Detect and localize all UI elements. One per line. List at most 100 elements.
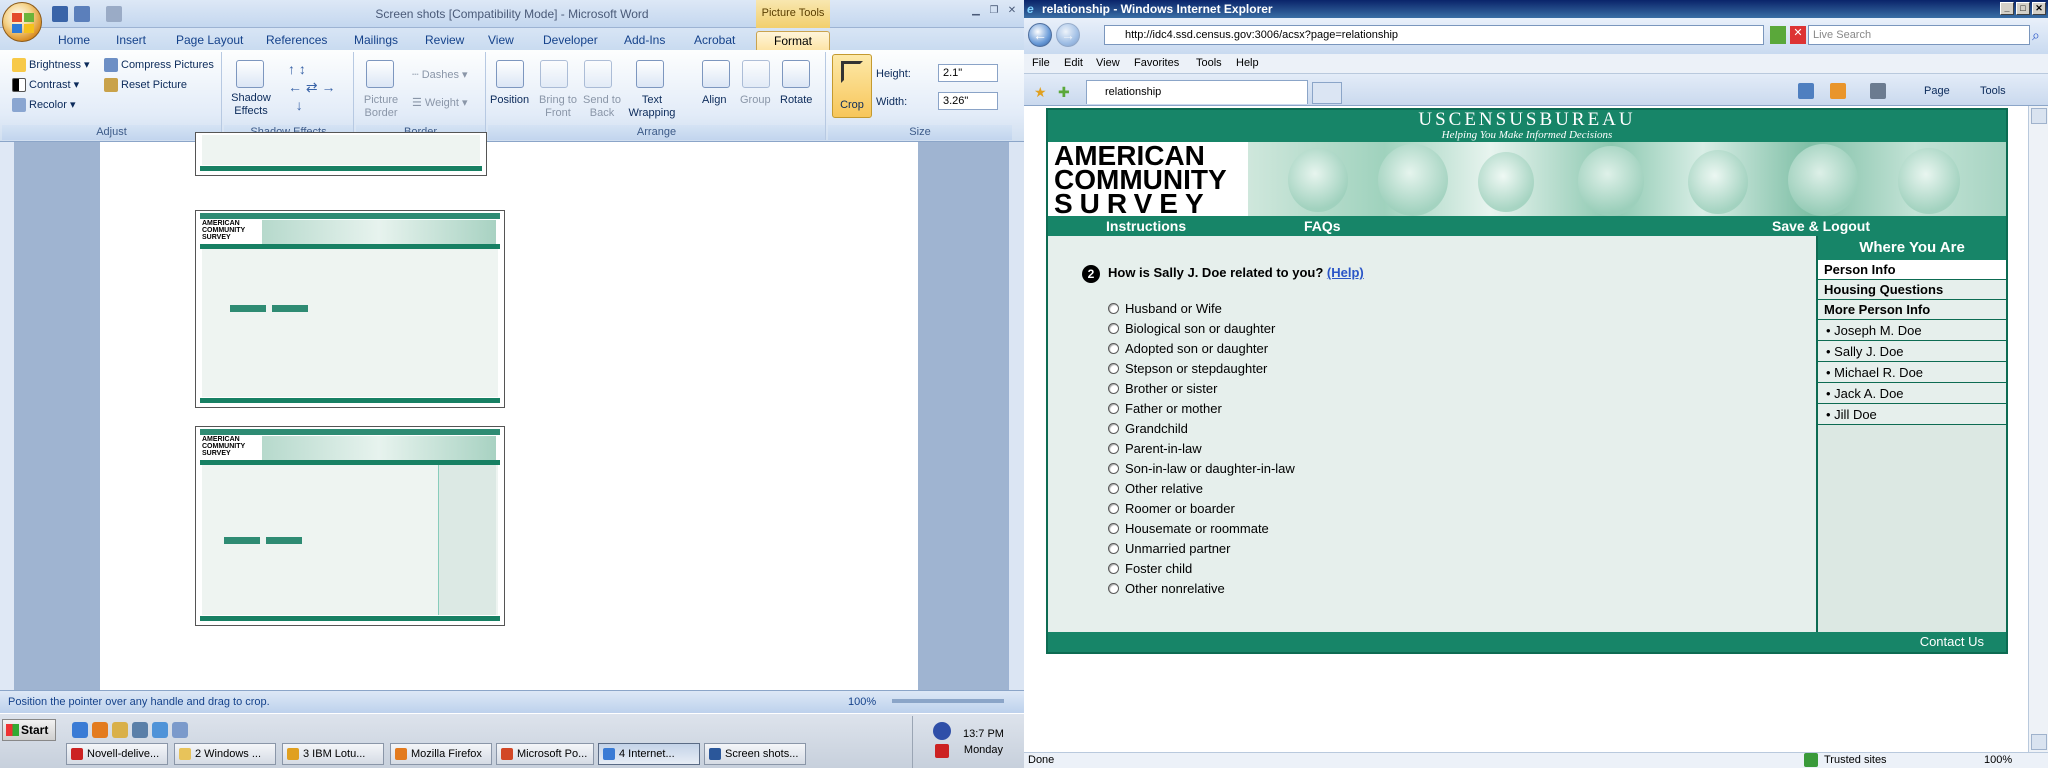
zoom-level[interactable]: 100% (1984, 754, 2012, 766)
ie-icon[interactable] (72, 722, 88, 738)
nav-faqs[interactable]: FAQs (1304, 218, 1341, 234)
page-menu[interactable]: Page (1924, 85, 1950, 97)
option-adopted-child[interactable]: Adopted son or daughter (1108, 338, 1295, 358)
media-icon[interactable] (132, 722, 148, 738)
contact-us-link[interactable]: Contact Us (1920, 634, 1984, 649)
radio-button[interactable] (1108, 302, 1119, 314)
radio-button[interactable] (1108, 342, 1119, 354)
tab-page-layout[interactable]: Page Layout (170, 31, 249, 50)
reset-picture-button[interactable]: Reset Picture (104, 78, 187, 92)
task-novell[interactable]: Novell-delive... (66, 743, 168, 765)
task-windows[interactable]: 2 Windows ... (174, 743, 276, 765)
option-other-nonrelative[interactable]: Other nonrelative (1108, 578, 1295, 598)
option-biological-child[interactable]: Biological son or daughter (1108, 318, 1295, 338)
start-button[interactable]: Start (2, 719, 56, 741)
rotate-button[interactable]: Rotate (780, 94, 812, 106)
refresh-icon[interactable] (1770, 26, 1786, 44)
menu-view[interactable]: View (1096, 57, 1120, 69)
menu-edit[interactable]: Edit (1064, 57, 1083, 69)
tab-insert[interactable]: Insert (110, 31, 152, 50)
task-firefox[interactable]: Mozilla Firefox (390, 743, 492, 765)
tab-developer[interactable]: Developer (537, 31, 604, 50)
option-other-relative[interactable]: Other relative (1108, 478, 1295, 498)
radio-button[interactable] (1108, 502, 1119, 514)
align-button[interactable]: Align (702, 94, 726, 106)
option-foster-child[interactable]: Foster child (1108, 558, 1295, 578)
menu-file[interactable]: File (1032, 57, 1050, 69)
option-parent-in-law[interactable]: Parent-in-law (1108, 438, 1295, 458)
zoom-level[interactable]: 100% (848, 696, 876, 708)
radio-button[interactable] (1108, 382, 1119, 394)
width-field[interactable]: 3.26" (938, 92, 998, 110)
vertical-scrollbar[interactable] (2028, 106, 2048, 752)
option-roomer[interactable]: Roomer or boarder (1108, 498, 1295, 518)
crop-button[interactable]: Crop (832, 54, 872, 118)
radio-button[interactable] (1108, 522, 1119, 534)
tab-review[interactable]: Review (419, 31, 470, 50)
sidebar-person-sally[interactable]: • Sally J. Doe (1818, 341, 2006, 362)
nav-instructions[interactable]: Instructions (1106, 218, 1186, 234)
back-button[interactable]: ← (1028, 23, 1052, 47)
sidebar-item-person-info[interactable]: Person Info (1818, 260, 2006, 280)
help-link[interactable]: (Help) (1327, 265, 1364, 280)
radio-button[interactable] (1108, 582, 1119, 594)
clock[interactable]: 13:7 PM Monday (963, 726, 1004, 758)
bring-to-front-button[interactable]: Bring to Front (536, 94, 580, 120)
radio-button[interactable] (1108, 362, 1119, 374)
minimize-icon[interactable]: _ (2000, 2, 2014, 15)
office-button[interactable] (2, 2, 42, 42)
close-icon[interactable]: ✕ (2032, 2, 2046, 15)
task-powerpoint[interactable]: Microsoft Po... (496, 743, 594, 765)
security-zone[interactable]: Trusted sites (1824, 754, 1887, 766)
radio-button[interactable] (1108, 542, 1119, 554)
tab-add-ins[interactable]: Add-Ins (618, 31, 671, 50)
option-sibling[interactable]: Brother or sister (1108, 378, 1295, 398)
firefox-icon[interactable] (92, 722, 108, 738)
favorites-star-icon[interactable]: ★ (1034, 84, 1047, 101)
feeds-icon[interactable] (1830, 83, 1846, 99)
sidebar-person-michael[interactable]: • Michael R. Doe (1818, 362, 2006, 383)
tab-acrobat[interactable]: Acrobat (688, 31, 741, 50)
network-icon[interactable] (933, 722, 951, 740)
contrast-button[interactable]: Contrast ▾ (12, 78, 79, 93)
task-word[interactable]: Screen shots... (704, 743, 806, 765)
brightness-button[interactable]: Brightness ▾ (12, 58, 90, 73)
radio-button[interactable] (1108, 442, 1119, 454)
send-to-back-button[interactable]: Send to Back (580, 94, 624, 120)
restore-icon[interactable]: ❐ (986, 4, 1002, 18)
radio-button[interactable] (1108, 482, 1119, 494)
tab-home[interactable]: Home (52, 31, 96, 50)
weight-button[interactable]: ☰ Weight ▾ (412, 96, 468, 109)
maximize-icon[interactable]: □ (2016, 2, 2030, 15)
stop-icon[interactable]: ✕ (1790, 26, 1806, 44)
option-unmarried-partner[interactable]: Unmarried partner (1108, 538, 1295, 558)
nudge-shadow-icons[interactable]: ↑ ↕ ← ⇄ → ↓ (288, 60, 336, 114)
screenshot-thumbnail[interactable]: AMERICAN COMMUNITY SURVEY (195, 210, 505, 408)
menu-favorites[interactable]: Favorites (1134, 57, 1179, 69)
scroll-up-icon[interactable] (2031, 108, 2047, 124)
shadow-effects-button[interactable]: Shadow Effects (230, 92, 272, 118)
close-icon[interactable]: ✕ (1004, 4, 1020, 18)
sidebar-person-jill[interactable]: • Jill Doe (1818, 404, 2006, 425)
tools-menu[interactable]: Tools (1980, 85, 2006, 97)
text-wrapping-button[interactable]: Text Wrapping (626, 94, 678, 120)
option-housemate[interactable]: Housemate or roommate (1108, 518, 1295, 538)
new-tab-button[interactable] (1312, 82, 1342, 104)
nav-save-logout[interactable]: Save & Logout (1772, 218, 1870, 234)
picture-border-button[interactable]: Picture Border (360, 94, 402, 120)
search-input[interactable]: Live Search (1808, 25, 2030, 45)
app-icon[interactable] (172, 722, 188, 738)
option-parent[interactable]: Father or mother (1108, 398, 1295, 418)
print-icon[interactable] (1870, 83, 1886, 99)
home-icon[interactable] (1798, 83, 1814, 99)
scroll-down-icon[interactable] (2031, 734, 2047, 750)
group-button[interactable]: Group (740, 94, 771, 106)
screenshot-thumbnail[interactable] (195, 132, 487, 176)
app-icon[interactable] (152, 722, 168, 738)
dashes-button[interactable]: ┄ Dashes ▾ (412, 68, 468, 81)
tab-relationship[interactable]: relationship (1086, 80, 1308, 104)
sidebar-item-housing-questions[interactable]: Housing Questions (1818, 280, 2006, 300)
task-ibm-lotus[interactable]: 3 IBM Lotu... (282, 743, 384, 765)
search-icon[interactable]: ⌕ (2032, 27, 2040, 44)
address-bar[interactable]: http://idc4.ssd.census.gov:3006/acsx?pag… (1104, 25, 1764, 45)
